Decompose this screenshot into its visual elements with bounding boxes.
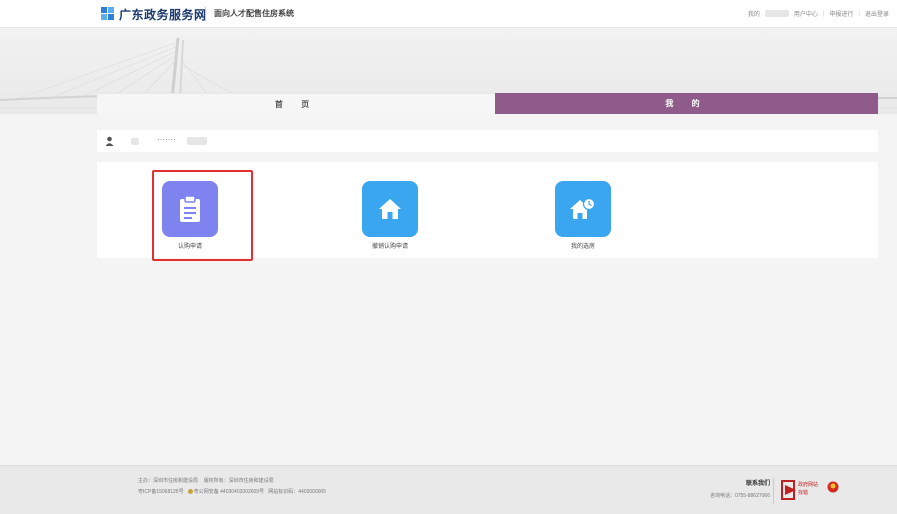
gov-badge-text[interactable]: 政府网站 找错 — [798, 481, 818, 497]
contact-hotline: 咨询电话：0755-88627066 — [709, 493, 770, 499]
app-tile-my-housing[interactable] — [555, 181, 611, 237]
app-label-cancel: 撤销认购申请 — [371, 244, 408, 250]
site-logo-icon[interactable] — [101, 7, 114, 20]
contact-title[interactable]: 联系我们 — [670, 478, 770, 490]
user-id-redacted — [187, 137, 207, 145]
link-mine[interactable]: 我的 — [748, 9, 760, 18]
house-clock-icon — [570, 197, 596, 219]
app-cancel-application[interactable]: 撤销认购申请 — [340, 181, 440, 250]
app-tile-purchase[interactable] — [162, 181, 218, 237]
national-emblem-icon — [827, 481, 839, 493]
footer-police[interactable]: 粤公网安备 44030402002609号 — [194, 489, 264, 495]
police-badge-icon — [187, 489, 193, 495]
top-links: 我的 用户中心 | 申报进行 | 退出登录 — [747, 9, 889, 18]
footer-icp[interactable]: 粤ICP备15068125号 — [138, 489, 184, 495]
user-info-row: ······· — [97, 130, 878, 152]
tab-mine[interactable]: 我 的 — [495, 93, 878, 114]
link-progress[interactable]: 申报进行 — [829, 9, 853, 18]
system-name: 面向人才配售住房系统 — [214, 9, 294, 18]
app-tile-cancel[interactable] — [362, 181, 418, 237]
clipboard-icon — [180, 195, 200, 222]
link-logout[interactable]: 退出登录 — [865, 9, 889, 18]
home-icon — [379, 199, 401, 219]
footer-owner: 版权所有：深圳市住房和建设局 — [203, 478, 274, 484]
app-label-purchase: 认购申请 — [177, 244, 202, 250]
footer: 主办：深圳市住房和建设局 版权所有：深圳市住房和建设局 粤ICP备1506812… — [0, 465, 897, 514]
footer-contact: 联系我们 咨询电话：0755-88627066 — [670, 478, 770, 502]
header-divider — [205, 7, 206, 21]
app-purchase-application[interactable]: 认购申请 — [140, 181, 240, 250]
footer-divider — [773, 478, 774, 504]
tab-home[interactable]: 首 页 — [97, 93, 495, 114]
app-my-housing[interactable]: 我的选房 — [533, 181, 633, 250]
footer-site-code: 网站标识码：4403000005 — [268, 489, 327, 495]
user-name-redacted — [131, 138, 139, 145]
link-user-center[interactable]: 用户中心 — [794, 9, 818, 18]
app-label-my-housing: 我的选房 — [570, 244, 595, 250]
footer-info: 主办：深圳市住房和建设局 版权所有：深圳市住房和建设局 粤ICP备1506812… — [138, 476, 326, 498]
site-name[interactable]: 广东政务服务网 — [119, 6, 207, 23]
user-icon — [105, 136, 114, 146]
username-redacted — [764, 10, 789, 17]
footer-host: 主办：深圳市住房和建设局 — [138, 478, 199, 484]
user-id-masked: ······· — [157, 135, 176, 144]
top-bar: 广东政务服务网 面向人才配售住房系统 我的 用户中心 | 申报进行 | 退出登录 — [0, 0, 897, 28]
